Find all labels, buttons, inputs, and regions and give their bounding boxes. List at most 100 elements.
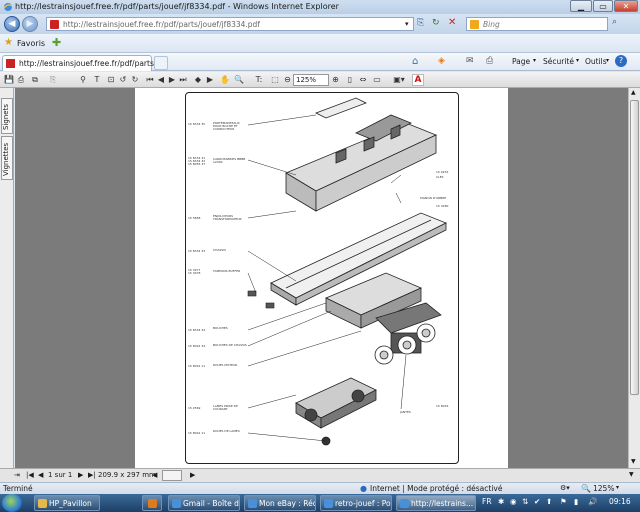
scroll-down-icon[interactable]: ▼: [631, 458, 636, 465]
flag-icon[interactable]: ⚑: [560, 497, 567, 506]
snapshot-icon[interactable]: ⊡: [106, 74, 116, 86]
maximize-button[interactable]: ▭: [593, 0, 613, 12]
horizontal-scrollbar-thumb[interactable]: [162, 470, 182, 481]
zoom-tool-icon[interactable]: 🔍: [234, 74, 244, 86]
find-icon[interactable]: ⚲: [78, 74, 88, 86]
previous-page-icon[interactable]: ◀: [38, 471, 43, 479]
compatibility-icon[interactable]: ⎘: [417, 18, 429, 30]
actual-size-icon[interactable]: ▭: [372, 74, 382, 86]
part-description-label: ENJOLIVEURS TRANSFORMATEUR: [213, 214, 242, 221]
search-icon[interactable]: ⌕: [612, 17, 617, 27]
scrollbar-thumb[interactable]: [630, 100, 639, 395]
search-input[interactable]: Bing: [466, 17, 608, 31]
expand-panel-icon[interactable]: ⇥: [14, 471, 20, 479]
feeds-icon[interactable]: ◈: [438, 56, 445, 66]
page-indicator[interactable]: 1 sur 1: [48, 471, 72, 479]
fit-page-icon[interactable]: ▯: [345, 74, 355, 86]
tray-app-icon[interactable]: ◉: [510, 497, 517, 506]
taskbar-item-retro-jouef[interactable]: retro-jouef : Po...: [320, 495, 392, 511]
address-bar[interactable]: http://lestrainsjouef.free.fr/pdf/parts/…: [46, 17, 414, 31]
tab-current-pdf[interactable]: http://lestrainsjouef.free.fr/pdf/parts/…: [2, 55, 166, 71]
update-icon[interactable]: ⬆: [546, 497, 552, 506]
browser-icon: [324, 499, 333, 508]
favorites-button[interactable]: Favoris: [17, 39, 45, 48]
zoom-out-icon[interactable]: ⊖: [283, 74, 292, 86]
address-dropdown-icon[interactable]: ▾: [405, 20, 409, 28]
previous-page-icon[interactable]: ◀: [157, 74, 165, 86]
first-page-icon[interactable]: ⏮: [146, 74, 154, 86]
home-icon[interactable]: ⌂: [412, 56, 418, 67]
scroll-left-icon[interactable]: ◀: [152, 471, 157, 479]
volume-icon[interactable]: 🔊: [588, 497, 597, 506]
share-icon[interactable]: ⧉: [30, 74, 40, 86]
scroll-down-icon[interactable]: ▼: [629, 471, 634, 478]
tools-menu[interactable]: Outils: [585, 56, 607, 69]
zoom-in-icon[interactable]: ⊕: [331, 74, 340, 86]
zoom-level-field[interactable]: 125%: [293, 74, 329, 86]
page-layout-icon[interactable]: ▣▾: [393, 74, 405, 86]
chevron-down-icon: ▾: [606, 57, 610, 64]
marquee-tool-icon[interactable]: ⬚: [270, 74, 280, 86]
first-page-icon[interactable]: |◀: [26, 471, 34, 479]
clock[interactable]: 09:16: [609, 497, 631, 506]
text-select-tool-icon[interactable]: T:: [252, 74, 266, 86]
part-description-label: BOUCHES: [213, 326, 228, 330]
mail-icon[interactable]: ✉: [466, 56, 474, 66]
help-icon[interactable]: ?: [615, 55, 627, 67]
next-page-icon[interactable]: ▶: [168, 74, 176, 86]
document-viewport[interactable]: 15 8334 35 PORTEMANTEAUX POUR BOCHE ET C…: [15, 88, 628, 468]
copy-icon[interactable]: ⎘: [48, 74, 58, 86]
antivirus-icon[interactable]: ✔: [534, 497, 540, 506]
status-zoom-level[interactable]: 125%: [593, 484, 614, 493]
part-number-label: 15 3977 15 3978: [188, 268, 201, 275]
last-page-icon[interactable]: ⏭: [179, 74, 187, 86]
bluetooth-icon[interactable]: ✱: [498, 497, 504, 506]
previous-view-icon[interactable]: ◆: [194, 74, 202, 86]
forward-button[interactable]: ▶: [22, 16, 38, 32]
chevron-down-icon[interactable]: ▾: [616, 484, 619, 491]
minimize-button[interactable]: ▁: [570, 0, 592, 12]
adobe-reader-icon[interactable]: A: [412, 74, 424, 86]
select-text-icon[interactable]: T: [92, 74, 102, 86]
taskbar-item-ebay[interactable]: Mon eBay : Réc...: [244, 495, 316, 511]
print-icon[interactable]: ⎙: [486, 56, 493, 66]
thumbnails-tab[interactable]: Vignettes: [1, 136, 13, 180]
taskbar-item-lestrains[interactable]: http://lestrains...: [396, 495, 476, 511]
part-number-label: 15 8334 35: [188, 122, 206, 126]
part-description-label: BOUCHES DE CHASSIS: [213, 343, 247, 347]
add-favorite-icon[interactable]: ✚: [52, 36, 61, 49]
print-icon[interactable]: ⎙: [16, 74, 26, 86]
folder-icon: [38, 499, 47, 508]
bookmarks-tab[interactable]: Signets: [1, 98, 13, 134]
scroll-right-icon[interactable]: ▶: [190, 471, 195, 479]
back-button[interactable]: ◀: [4, 16, 20, 32]
taskbar-item-vlc[interactable]: [142, 495, 162, 511]
fit-width-icon[interactable]: ⇔: [358, 74, 368, 86]
favorites-bar: ★ Favoris ✚: [0, 34, 640, 53]
new-tab-button[interactable]: [154, 56, 168, 70]
taskbar-item-gmail[interactable]: Gmail - Boîte d...: [168, 495, 240, 511]
vertical-scrollbar[interactable]: ▲ ▼: [628, 88, 640, 468]
network-icon[interactable]: ⇅: [522, 497, 528, 506]
last-page-icon[interactable]: ▶|: [88, 471, 96, 479]
next-view-icon[interactable]: ▶: [206, 74, 214, 86]
chevron-down-icon: ▾: [576, 57, 580, 64]
part-number-label: 15 8091 34: [188, 344, 206, 348]
stop-icon[interactable]: ✕: [448, 17, 460, 29]
refresh-icon[interactable]: ↻: [432, 18, 444, 30]
page-menu[interactable]: Page: [512, 56, 530, 69]
rotate-right-icon[interactable]: ↻: [130, 74, 140, 86]
rotate-icon[interactable]: ↺: [118, 74, 128, 86]
protected-mode-icon[interactable]: ⚙▾: [560, 484, 570, 492]
security-menu[interactable]: Sécurité: [543, 56, 574, 69]
start-button[interactable]: [2, 494, 22, 512]
next-page-icon[interactable]: ▶: [78, 471, 83, 479]
close-window-button[interactable]: ✕: [614, 0, 638, 12]
scroll-up-icon[interactable]: ▲: [631, 89, 636, 96]
part-number-label: 15 8016: [436, 404, 449, 408]
hand-tool-icon[interactable]: ✋: [220, 74, 230, 86]
save-icon[interactable]: 💾: [4, 74, 14, 86]
language-icon[interactable]: FR: [482, 497, 492, 506]
taskbar-item-folder[interactable]: HP_Pavillon: [34, 495, 100, 511]
power-icon[interactable]: ▮: [574, 497, 578, 506]
